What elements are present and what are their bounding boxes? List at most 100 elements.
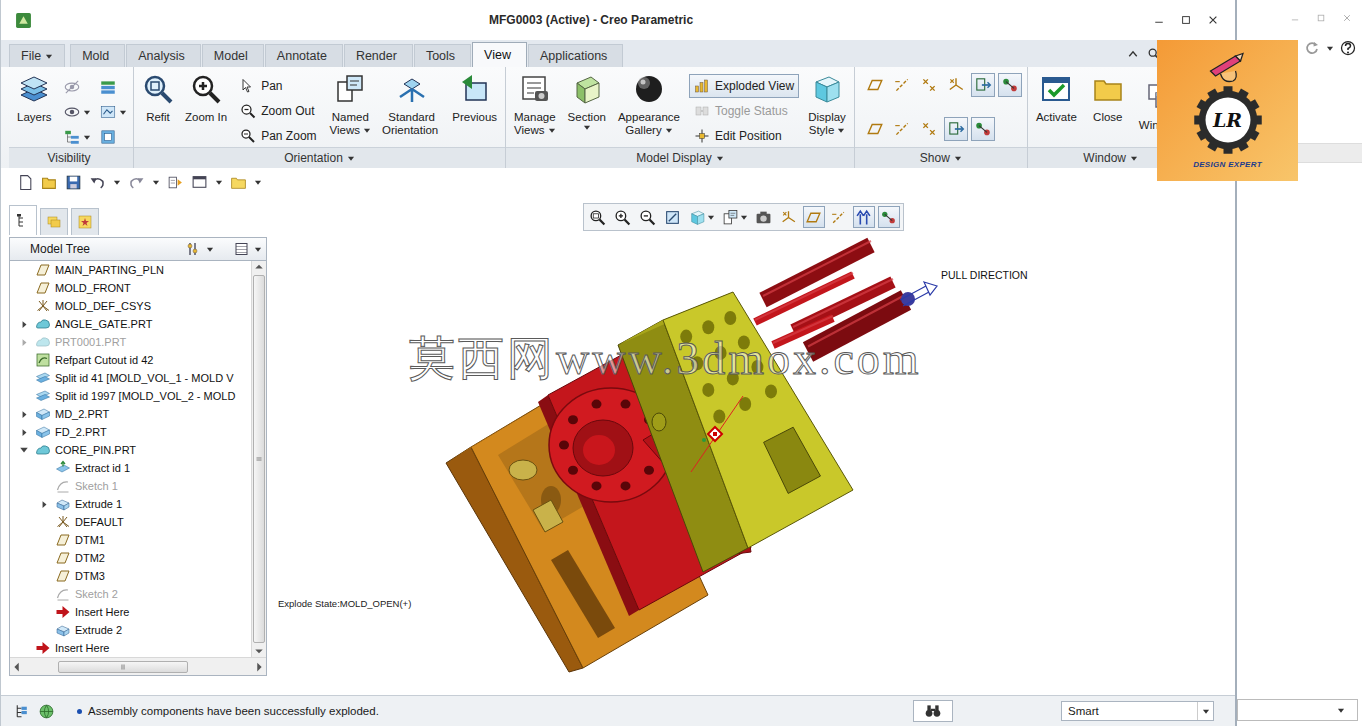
ribbon-button[interactable]: Section (565, 71, 609, 131)
navigator-tab[interactable] (9, 205, 37, 235)
show-toggle-button[interactable] (917, 117, 941, 141)
tree-item[interactable]: DTM1 (10, 531, 251, 549)
graphics-toolbar-button[interactable] (878, 206, 900, 228)
tree-item[interactable]: Split id 41 [MOLD_VOL_1 - MOLD V (10, 369, 251, 387)
creo-app-icon[interactable] (15, 12, 32, 29)
ribbon-tab[interactable]: Annotate (265, 44, 343, 67)
maximize-icon[interactable] (1316, 13, 1326, 23)
scroll-thumb[interactable] (253, 275, 265, 643)
dropdown-arrow-icon[interactable] (119, 109, 127, 116)
dropdown-arrow-icon[interactable] (1326, 45, 1334, 52)
ribbon-small-button[interactable]: Pan Zoom (235, 124, 321, 148)
ribbon-small-button[interactable]: Pan (235, 74, 321, 98)
tree-item[interactable]: MAIN_PARTING_PLN (10, 261, 251, 279)
collapsed-arrow-icon[interactable] (40, 500, 49, 509)
tree-item[interactable]: Sketch 2 (10, 585, 251, 603)
tree-item[interactable]: MD_2.PRT (10, 405, 251, 423)
show-toggle-button[interactable] (863, 73, 887, 97)
dropdown-arrow-icon[interactable] (363, 127, 371, 134)
minimize-icon[interactable] (1153, 14, 1165, 26)
tree-item[interactable]: Refpart Cutout id 42 (10, 351, 251, 369)
tree-item[interactable]: Extrude 1 (10, 495, 251, 513)
dropdown-arrow-icon[interactable] (707, 214, 715, 221)
winsw-icon[interactable] (191, 174, 208, 191)
undo-icon[interactable] (89, 174, 106, 191)
graphics-toolbar-button[interactable] (720, 206, 750, 228)
dropdown-arrow-icon[interactable] (583, 124, 591, 131)
dropdown-arrow-icon[interactable] (665, 127, 673, 134)
dropdown-arrow-icon[interactable] (83, 134, 91, 141)
ribbon-small-button[interactable]: Exploded View (689, 74, 799, 98)
dropdown-arrow-icon[interactable] (954, 155, 962, 162)
graphics-window[interactable]: PULL DIRECTIONExplode State:MOLD_OPEN(+)… (269, 196, 1235, 695)
selection-filter[interactable]: Smart (1061, 701, 1214, 721)
refresh-icon[interactable] (1304, 40, 1320, 56)
ribbon-button[interactable]: Layers (14, 71, 55, 130)
tree-item[interactable]: DTM3 (10, 567, 251, 585)
close-icon[interactable] (1207, 14, 1219, 26)
close-icon[interactable] (1342, 13, 1352, 23)
dropdown-arrow-icon[interactable] (254, 179, 262, 186)
graphics-toolbar-button[interactable] (828, 206, 850, 228)
tree-expander[interactable] (18, 408, 30, 420)
show-toggle-button[interactable] (890, 117, 914, 141)
collapsed-arrow-icon[interactable] (20, 338, 29, 347)
graphics-toolbar-button[interactable] (587, 206, 609, 228)
ribbon-button[interactable]: Zoom In (182, 71, 230, 130)
ribbon-group-label[interactable]: Visibility (9, 147, 133, 168)
dropdown-arrow-icon[interactable] (83, 109, 91, 116)
ribbon-icon-button[interactable] (63, 77, 91, 97)
horizontal-scrollbar[interactable] (10, 657, 266, 675)
minimize-icon[interactable] (1290, 13, 1300, 23)
dropdown-arrow-icon[interactable] (347, 155, 355, 162)
regen-icon[interactable] (167, 174, 184, 191)
save-icon[interactable] (65, 174, 82, 191)
show-toggle-button[interactable] (863, 117, 887, 141)
ribbon-small-button[interactable]: Zoom Out (235, 99, 321, 123)
ribbon-group-label[interactable]: Show (855, 147, 1027, 168)
ribbon-group-label[interactable]: Orientation (134, 147, 505, 168)
help-icon[interactable] (1340, 40, 1356, 56)
dropdown-arrow-icon[interactable] (152, 179, 160, 186)
show-toggle-button[interactable] (998, 73, 1022, 97)
tree-item[interactable]: ANGLE_GATE.PRT (10, 315, 251, 333)
ribbon-tab[interactable]: Mold (70, 44, 125, 67)
selection-filter-arrow[interactable] (1197, 702, 1213, 720)
dropdown-arrow-icon[interactable] (206, 246, 214, 253)
scroll-down-icon[interactable] (253, 645, 265, 657)
ribbon-tab[interactable]: File (9, 44, 65, 67)
graphics-toolbar-button[interactable] (687, 206, 717, 228)
dropdown-arrow-icon[interactable] (1130, 155, 1138, 162)
ribbon-icon-button[interactable] (99, 102, 127, 122)
dropdown-arrow-icon[interactable] (215, 179, 223, 186)
tree-item[interactable]: DEFAULT (10, 513, 251, 531)
tree-item[interactable]: Insert Here (10, 603, 251, 621)
scroll-thumb[interactable] (58, 661, 188, 673)
newf-icon[interactable] (17, 174, 34, 191)
graphics-toolbar-button[interactable] (637, 206, 659, 228)
background-window-dropdown[interactable] (1237, 699, 1358, 721)
ribbon-button[interactable]: NamedViews (327, 71, 374, 137)
graphics-toolbar-button[interactable] (612, 206, 634, 228)
graphics-toolbar-button[interactable] (662, 206, 684, 228)
ribbon-button[interactable]: StandardOrientation (379, 71, 444, 137)
tree-item[interactable]: Split id 1997 [MOLD_VOL_2 - MOLD (10, 387, 251, 405)
tree-item[interactable]: Extrude 2 (10, 621, 251, 639)
dropdown-arrow-icon[interactable] (548, 127, 556, 134)
ribbon-icon-button[interactable] (99, 127, 127, 147)
collapsed-arrow-icon[interactable] (20, 320, 29, 329)
maximize-icon[interactable] (1180, 14, 1192, 26)
graphics-toolbar-button[interactable] (753, 206, 775, 228)
dropdown-arrow-icon[interactable] (716, 155, 724, 162)
ribbon-button[interactable]: ManageViews (511, 71, 559, 137)
graphics-toolbar-button[interactable] (853, 206, 875, 228)
ribbon-button[interactable]: Close (1089, 71, 1127, 130)
tree-item[interactable]: Extract id 1 (10, 459, 251, 477)
ribbon-icon-button[interactable] (99, 77, 127, 97)
tree-item[interactable]: PRT0001.PRT (10, 333, 251, 351)
find-button[interactable] (913, 700, 953, 722)
show-toggle-button[interactable] (971, 117, 995, 141)
dropdown-arrow-icon[interactable] (113, 179, 121, 186)
open-icon[interactable] (41, 174, 58, 191)
tree-item[interactable]: CORE_PIN.PRT (10, 441, 251, 459)
